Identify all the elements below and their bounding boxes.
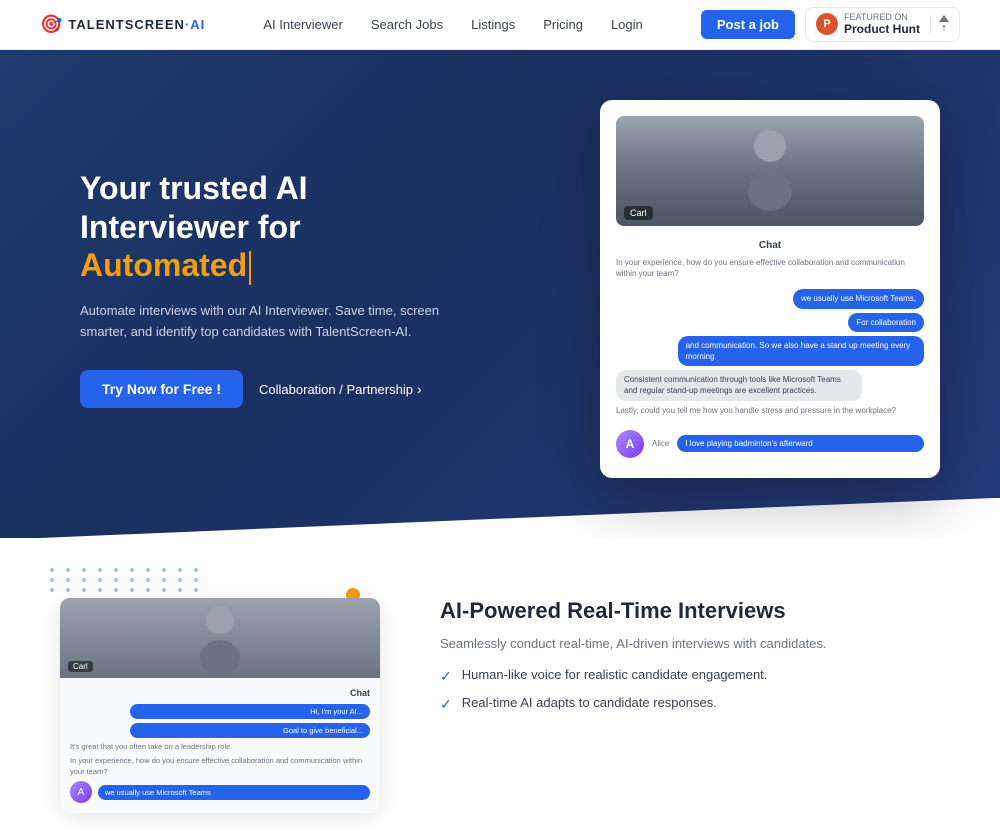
- feature-text-2: In your experience, how do you ensure ef…: [70, 756, 370, 777]
- chat-desc-bubble: Consistent communication through tools l…: [616, 370, 862, 400]
- cursor-blink: [249, 251, 251, 285]
- logo[interactable]: 🎯 TALENTSCREEN·AI: [40, 14, 205, 35]
- nav-listings[interactable]: Listings: [471, 17, 515, 32]
- feature-demo-card: Carl Chat Hi, I'm your AI... Goal to giv…: [60, 598, 380, 814]
- chat-messages: we usually use Microsoft Teams, For coll…: [616, 289, 924, 419]
- feature-item-1: ✓ Human-like voice for realistic candida…: [440, 667, 940, 685]
- feature-chat: Chat Hi, I'm your AI... Goal to give ben…: [60, 678, 380, 814]
- logo-text: TALENTSCREEN·AI: [68, 17, 205, 32]
- vote-up-icon: [939, 15, 949, 22]
- try-now-button[interactable]: Try Now for Free !: [80, 370, 243, 408]
- check-icon-1: ✓: [440, 668, 452, 685]
- chat-bubble-2: For collaboration: [848, 313, 924, 332]
- collab-button[interactable]: Collaboration / Partnership ›: [259, 381, 422, 397]
- product-hunt-badge[interactable]: P FEATURED ON Product Hunt ↑: [805, 7, 960, 41]
- feature-person-icon: [190, 598, 250, 678]
- hero-description: Automate interviews with our AI Intervie…: [80, 301, 460, 343]
- feature-video-label: Carl: [68, 661, 93, 672]
- product-hunt-text: FEATURED ON Product Hunt: [844, 12, 920, 36]
- feature-answer: we usually use Microsoft Teams: [98, 785, 370, 800]
- avatar-answer-row: A Alice I love playing badminton's after…: [616, 430, 924, 458]
- feature-text-1: It's great that you often take on a lead…: [70, 742, 370, 753]
- video-preview: Carl: [616, 116, 924, 226]
- dots-decoration: [50, 568, 204, 592]
- nav-actions: Post a job P FEATURED ON Product Hunt ↑: [701, 7, 960, 41]
- candidate-name: Alice: [652, 439, 669, 448]
- chat-bubble-1: we usually use Microsoft Teams,: [793, 289, 924, 308]
- candidate-avatar: A: [616, 430, 644, 458]
- hero-title: Your trusted AI Interviewer for Automate…: [80, 169, 460, 284]
- features-title: AI-Powered Real-Time Interviews: [440, 598, 940, 624]
- product-hunt-vote[interactable]: ↑: [930, 15, 949, 34]
- feature-avatar-row: A we usually use Microsoft Teams: [70, 781, 370, 803]
- chat-panel: Chat In your experience, how do you ensu…: [616, 236, 924, 462]
- chat-bubble-3: and communication. So we also have a sta…: [678, 336, 924, 366]
- feature-avatar: A: [70, 781, 92, 803]
- feature-chat-label: Chat: [70, 688, 370, 698]
- feature-item-text-1: Human-like voice for realistic candidate…: [462, 667, 768, 682]
- hero-demo-card: Carl Chat In your experience, how do you…: [600, 100, 940, 478]
- feature-item-text-2: Real-time AI adapts to candidate respons…: [462, 695, 717, 710]
- feature-bubble-2: Goal to give beneficial...: [130, 723, 370, 738]
- features-right: AI-Powered Real-Time Interviews Seamless…: [440, 578, 940, 723]
- features-section: Carl Chat Hi, I'm your AI... Goal to giv…: [0, 538, 1000, 833]
- chat-question-2: Lastly, could you tell me how you handle…: [616, 405, 924, 416]
- chat-question: In your experience, how do you ensure ef…: [616, 257, 924, 279]
- person-silhouette: [740, 126, 800, 216]
- hero-section: Your trusted AI Interviewer for Automate…: [0, 50, 1000, 538]
- feature-bubble-1: Hi, I'm your AI...: [130, 704, 370, 719]
- nav-search-jobs[interactable]: Search Jobs: [371, 17, 443, 32]
- chevron-right-icon: ›: [417, 381, 422, 397]
- hero-highlight: Automated: [80, 247, 247, 283]
- features-description: Seamlessly conduct real-time, AI-driven …: [440, 636, 940, 651]
- logo-icon: 🎯: [40, 14, 62, 35]
- login-button[interactable]: Login: [611, 17, 643, 32]
- feature-item-2: ✓ Real-time AI adapts to candidate respo…: [440, 695, 940, 713]
- hero-actions: Try Now for Free ! Collaboration / Partn…: [80, 370, 460, 408]
- navbar: 🎯 TALENTSCREEN·AI AI Interviewer Search …: [0, 0, 1000, 50]
- post-job-button[interactable]: Post a job: [701, 10, 795, 39]
- hero-content: Your trusted AI Interviewer for Automate…: [80, 169, 460, 408]
- check-icon-2: ✓: [440, 696, 452, 713]
- product-hunt-icon: P: [816, 13, 838, 35]
- nav-links: AI Interviewer Search Jobs Listings Pric…: [263, 17, 642, 32]
- nav-ai-interviewer[interactable]: AI Interviewer: [263, 17, 342, 32]
- video-person-label: Carl: [624, 206, 653, 220]
- answer-bubble: I love playing badminton's afterward: [677, 435, 924, 452]
- feature-video: Carl: [60, 598, 380, 678]
- video-background: [616, 116, 924, 226]
- nav-pricing[interactable]: Pricing: [543, 17, 583, 32]
- chat-header-label: Chat: [616, 240, 924, 251]
- features-left: Carl Chat Hi, I'm your AI... Goal to giv…: [60, 578, 380, 814]
